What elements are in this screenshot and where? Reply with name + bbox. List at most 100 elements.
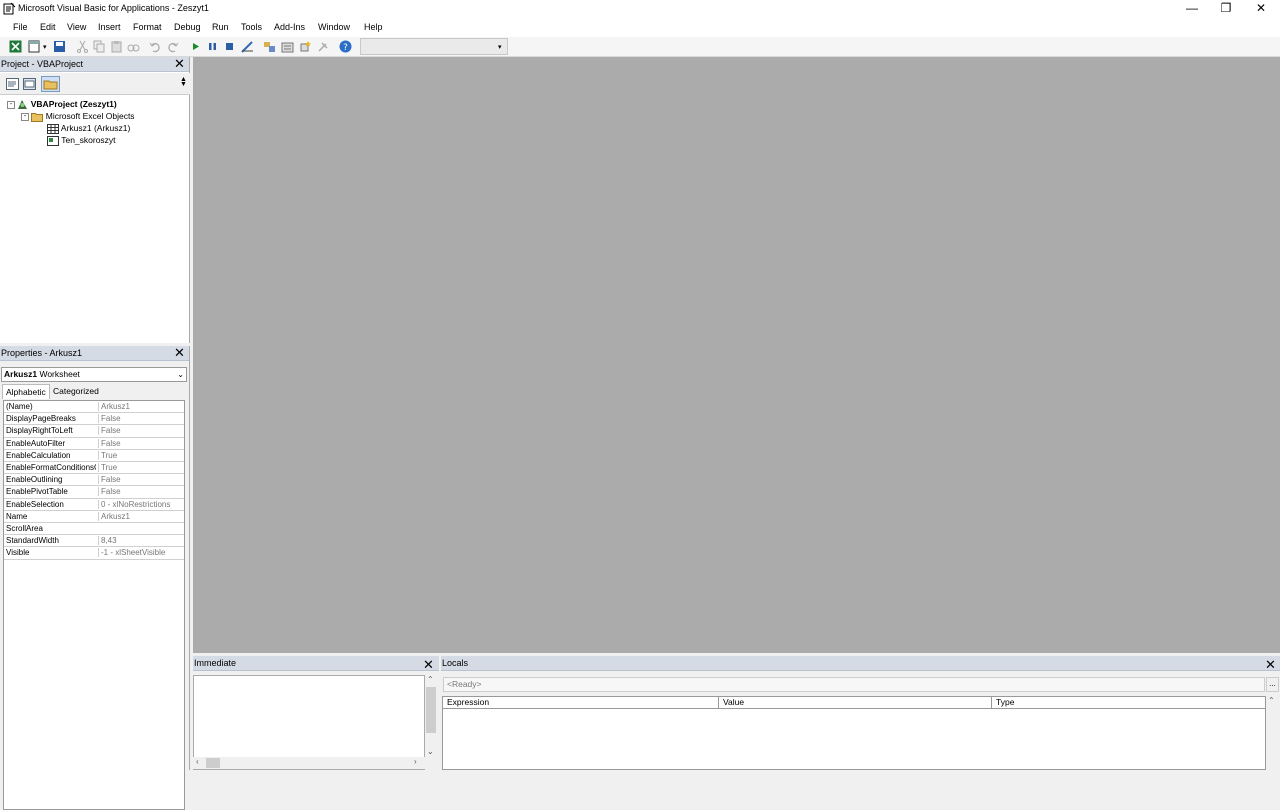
property-row[interactable]: DisplayRightToLeft False bbox=[4, 425, 184, 438]
hscroll-thumb[interactable] bbox=[206, 758, 220, 768]
find-icon[interactable] bbox=[127, 40, 140, 53]
property-row[interactable]: EnableAutoFilter False bbox=[4, 438, 184, 450]
property-row[interactable]: EnableFormatConditionsCalculationTrue bbox=[4, 462, 184, 475]
close-window-button[interactable]: ✕ bbox=[1244, 0, 1278, 18]
property-value[interactable]: False bbox=[98, 475, 184, 485]
minimize-button[interactable]: — bbox=[1175, 0, 1209, 18]
property-value[interactable]: False bbox=[98, 487, 184, 497]
immediate-vscrollbar[interactable]: ⌃ ⌄ bbox=[425, 675, 437, 759]
project-explorer-icon[interactable] bbox=[263, 40, 276, 53]
property-name: EnableFormatConditionsCalculation bbox=[6, 463, 96, 472]
column-header-value[interactable]: Value bbox=[719, 697, 992, 709]
undo-icon[interactable] bbox=[149, 40, 162, 53]
collapse-toggle-icon[interactable]: - bbox=[21, 112, 29, 121]
property-value[interactable]: Arkusz1 bbox=[98, 511, 184, 521]
property-value[interactable]: False bbox=[98, 414, 184, 424]
scroll-up-icon[interactable]: ⌃ bbox=[1268, 696, 1275, 705]
insert-dropdown-arrow-icon[interactable]: ▾ bbox=[43, 43, 47, 51]
property-value[interactable]: True bbox=[98, 450, 184, 460]
property-row[interactable]: EnablePivotTable False bbox=[4, 486, 184, 499]
toolbox-icon[interactable] bbox=[317, 40, 330, 53]
locals-close-icon[interactable]: ✕ bbox=[1264, 658, 1277, 672]
property-name: EnablePivotTable bbox=[6, 487, 68, 497]
menu-file[interactable]: File bbox=[13, 22, 28, 32]
immediate-input[interactable] bbox=[193, 675, 425, 770]
menu-help[interactable]: Help bbox=[364, 22, 383, 32]
menu-run[interactable]: Run bbox=[212, 22, 229, 32]
property-value[interactable]: False bbox=[98, 426, 184, 436]
properties-window-icon[interactable] bbox=[281, 40, 294, 53]
call-stack-button[interactable]: ... bbox=[1266, 677, 1279, 692]
restore-button[interactable]: ❐ bbox=[1209, 0, 1243, 18]
column-header-expression[interactable]: Expression bbox=[443, 697, 719, 709]
run-icon[interactable] bbox=[189, 40, 202, 53]
menu-format[interactable]: Format bbox=[133, 22, 162, 32]
toggle-folders-icon[interactable] bbox=[41, 76, 60, 92]
scroll-right-icon[interactable]: › bbox=[414, 757, 417, 766]
column-header-type[interactable]: Type bbox=[992, 697, 1265, 709]
property-row[interactable]: (Name) Arkusz1 bbox=[4, 401, 184, 414]
scroll-left-icon[interactable]: ‹ bbox=[196, 757, 199, 766]
property-row[interactable]: StandardWidth 8,43 bbox=[4, 535, 184, 548]
collapse-toggle-icon[interactable]: - bbox=[7, 100, 15, 109]
property-name: EnableSelection bbox=[6, 499, 64, 509]
project-toolbar: ▲ ▼ bbox=[0, 73, 190, 95]
object-browser-icon[interactable] bbox=[299, 40, 312, 53]
save-icon[interactable] bbox=[53, 40, 66, 53]
tree-item-ten-skoroszyt[interactable]: Ten_skoroszyt bbox=[47, 135, 116, 146]
property-name: DisplayPageBreaks bbox=[6, 414, 76, 424]
project-explorer-panel: Project - VBAProject ✕ ▲ ▼ - VBAProject (… bbox=[0, 57, 190, 343]
property-value[interactable]: Arkusz1 bbox=[98, 402, 184, 411]
redo-icon[interactable] bbox=[166, 40, 179, 53]
reset-icon[interactable] bbox=[223, 40, 236, 53]
break-icon[interactable] bbox=[206, 40, 219, 53]
insert-module-icon[interactable] bbox=[28, 40, 41, 53]
object-select[interactable]: Arkusz1 Worksheet ⌄ bbox=[1, 367, 187, 382]
tab-categorized[interactable]: Categorized bbox=[50, 384, 102, 399]
view-excel-icon[interactable] bbox=[9, 40, 22, 53]
property-row[interactable]: ScrollArea bbox=[4, 523, 184, 536]
design-mode-icon[interactable] bbox=[241, 40, 254, 53]
property-row[interactable]: Name Arkusz1 bbox=[4, 511, 184, 523]
property-value[interactable]: True bbox=[98, 463, 184, 472]
properties-panel: Properties - Arkusz1 ✕ Arkusz1 Worksheet… bbox=[0, 346, 190, 810]
menu-debug[interactable]: Debug bbox=[174, 22, 201, 32]
property-row[interactable]: Visible -1 - xlSheetVisible bbox=[4, 547, 184, 560]
copy-icon[interactable] bbox=[93, 40, 106, 53]
tab-alphabetic[interactable]: Alphabetic bbox=[2, 384, 50, 399]
tree-root[interactable]: - VBAProject (Zeszyt1) bbox=[7, 99, 117, 110]
menu-tools[interactable]: Tools bbox=[241, 22, 262, 32]
menu-view[interactable]: View bbox=[67, 22, 86, 32]
scroll-down-icon[interactable]: ⌄ bbox=[427, 747, 434, 756]
project-scroll-arrow-icon[interactable]: ▲ ▼ bbox=[180, 76, 187, 88]
property-value[interactable]: 0 - xlNoRestrictions bbox=[98, 499, 184, 509]
menu-window[interactable]: Window bbox=[318, 22, 350, 32]
immediate-hscrollbar[interactable]: ‹ › bbox=[193, 757, 425, 769]
cut-icon[interactable] bbox=[76, 40, 89, 53]
property-row[interactable]: EnableOutlining False bbox=[4, 474, 184, 487]
tree-item-arkusz1[interactable]: Arkusz1 (Arkusz1) bbox=[47, 123, 130, 134]
project-close-icon[interactable]: ✕ bbox=[173, 57, 186, 71]
locals-vscrollbar[interactable]: ⌃ bbox=[1266, 696, 1278, 770]
property-value[interactable]: 8,43 bbox=[98, 536, 184, 546]
view-object-icon[interactable] bbox=[23, 78, 36, 90]
tree-folder[interactable]: - Microsoft Excel Objects bbox=[21, 111, 135, 122]
immediate-close-icon[interactable]: ✕ bbox=[422, 658, 435, 672]
property-row[interactable]: EnableSelection 0 - xlNoRestrictions bbox=[4, 499, 184, 511]
scroll-thumb[interactable] bbox=[426, 687, 436, 733]
combo-dropdown-arrow-icon[interactable]: ▾ bbox=[498, 43, 502, 51]
properties-close-icon[interactable]: ✕ bbox=[173, 346, 186, 360]
property-row[interactable]: EnableCalculation True bbox=[4, 450, 184, 462]
chevron-down-icon[interactable]: ⌄ bbox=[177, 368, 184, 381]
view-code-icon[interactable] bbox=[6, 78, 19, 90]
menu-edit[interactable]: Edit bbox=[40, 22, 56, 32]
menu-add-ins[interactable]: Add-Ins bbox=[274, 22, 305, 32]
scroll-up-icon[interactable]: ⌃ bbox=[427, 675, 434, 684]
position-combo[interactable] bbox=[360, 38, 508, 55]
paste-icon[interactable] bbox=[110, 40, 123, 53]
property-value[interactable]: False bbox=[98, 438, 184, 448]
property-value[interactable]: -1 - xlSheetVisible bbox=[98, 548, 184, 558]
property-row[interactable]: DisplayPageBreaks False bbox=[4, 413, 184, 426]
menu-insert[interactable]: Insert bbox=[98, 22, 121, 32]
help-icon[interactable]: ? bbox=[339, 40, 352, 53]
